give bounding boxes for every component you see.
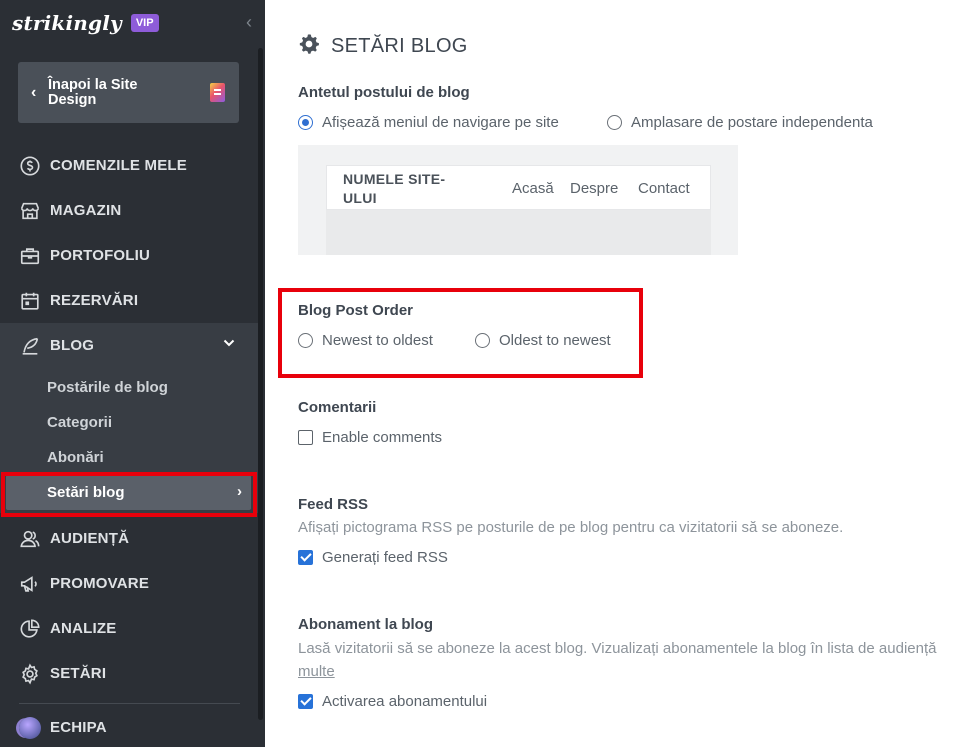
header-preview: NUMELE SITE-ULUI Acasă Despre Contact: [298, 145, 738, 255]
users-icon: [19, 528, 41, 550]
sidebar-item-label: AUDIENȚĂ: [50, 530, 130, 547]
chevron-left-icon: ‹: [31, 83, 37, 101]
briefcase-icon: [19, 245, 41, 267]
preview-navbar: NUMELE SITE-ULUI Acasă Despre Contact: [326, 165, 711, 210]
preview-nav-link: Despre: [570, 180, 619, 197]
back-to-site-design-button[interactable]: ‹ Înapoi la Site Design: [18, 62, 239, 123]
sidebar-item-store[interactable]: MAGAZIN: [0, 188, 258, 233]
preview-body: [326, 210, 711, 255]
subscribe-description: Lasă vizitatorii să se aboneze la acest …: [298, 640, 937, 657]
sidebar-item-label: MAGAZIN: [50, 202, 122, 219]
gear-icon: [298, 33, 320, 60]
site-design-icon: [210, 83, 225, 102]
logo-row: strikingly VIP: [12, 10, 159, 36]
sidebar-item-bookings[interactable]: REZERVĂRI: [0, 278, 258, 323]
checkbox-generate-rss[interactable]: Generați feed RSS: [298, 549, 448, 566]
checkbox[interactable]: [298, 430, 313, 445]
sidebar-subitem-subscriptions[interactable]: Abonări: [47, 449, 104, 466]
radio-label: Amplasare de postare independenta: [631, 114, 873, 131]
preview-nav-link: Contact: [638, 180, 690, 197]
calendar-icon: [19, 290, 41, 312]
radio-label: Afișează meniul de navigare pe site: [322, 114, 559, 131]
megaphone-icon: [19, 573, 41, 595]
sidebar-item-label: PROMOVARE: [50, 575, 150, 592]
strikingly-logo[interactable]: strikingly: [12, 11, 122, 35]
section-label-header: Antetul postului de blog: [298, 84, 470, 101]
sidebar-item-blog[interactable]: BLOG: [0, 323, 258, 368]
dollar-circle-icon: [19, 155, 41, 177]
sidebar-item-label: SETĂRI: [50, 665, 107, 682]
sidebar-item-orders[interactable]: COMENZILE MELE: [0, 143, 258, 188]
sidebar-item-team[interactable]: ECHIPA: [0, 705, 258, 747]
checkbox-label: Generați feed RSS: [322, 549, 448, 566]
sidebar-subitem-categories[interactable]: Categorii: [47, 414, 112, 431]
sidebar-item-label: PORTOFOLIU: [50, 247, 151, 264]
quill-icon: [19, 335, 41, 357]
page-header: SETĂRI BLOG: [298, 33, 468, 60]
chevron-left-icon[interactable]: ‹: [246, 12, 260, 32]
highlight-box: [278, 288, 643, 378]
chevron-down-icon: [222, 336, 236, 353]
sidebar-item-label: BLOG: [50, 337, 95, 354]
preview-nav-link: Acasă: [512, 180, 554, 197]
avatar: [19, 716, 41, 739]
section-label-comments: Comentarii: [298, 399, 377, 416]
section-label-subscribe: Abonament la blog: [298, 616, 433, 633]
radio-show-navigation[interactable]: Afișează meniul de navigare pe site: [298, 114, 559, 131]
sidebar-item-label: COMENZILE MELE: [50, 157, 187, 174]
section-label-rss: Feed RSS: [298, 496, 369, 513]
main-content: SETĂRI BLOG Antetul postului de blog Afi…: [265, 0, 970, 747]
sidebar-scrollbar[interactable]: [258, 48, 263, 720]
gear-icon: [19, 663, 41, 685]
checkbox-label: Enable comments: [322, 429, 443, 446]
radio-independent-post[interactable]: Amplasare de postare independenta: [607, 114, 873, 131]
sidebar-item-settings[interactable]: SETĂRI: [0, 651, 258, 696]
checkbox-enable-comments[interactable]: Enable comments: [298, 429, 442, 446]
pie-chart-icon: [19, 618, 41, 640]
highlight-box: [1, 472, 257, 517]
radio-button[interactable]: [607, 115, 622, 130]
sidebar-item-label: REZERVĂRI: [50, 292, 139, 309]
page-title: SETĂRI BLOG: [331, 35, 468, 57]
radio-button[interactable]: [298, 115, 313, 130]
checkbox-label: Activarea abonamentului: [322, 693, 488, 710]
sidebar-item-label: ANALIZE: [50, 620, 117, 637]
sidebar-item-promotion[interactable]: PROMOVARE: [0, 561, 258, 606]
store-icon: [19, 200, 41, 222]
subscribe-learn-more-link[interactable]: multe: [298, 663, 335, 680]
preview-site-name: NUMELE SITE-ULUI: [343, 171, 446, 206]
sidebar-item-analytics[interactable]: ANALIZE: [0, 606, 258, 651]
back-label: Înapoi la Site Design: [48, 76, 138, 108]
sidebar-item-label: ECHIPA: [50, 719, 107, 736]
vip-badge: VIP: [130, 14, 159, 32]
checkbox[interactable]: [298, 550, 313, 565]
sidebar-item-portfolio[interactable]: PORTOFOLIU: [0, 233, 258, 278]
rss-description: Afișați pictograma RSS pe posturile de p…: [298, 519, 844, 536]
sidebar-item-audience[interactable]: AUDIENȚĂ: [0, 516, 258, 561]
sidebar-divider: [19, 703, 240, 704]
sidebar: strikingly VIP ‹ ‹ Înapoi la Site Design…: [0, 0, 265, 747]
sidebar-subitem-posts[interactable]: Postările de blog: [47, 379, 168, 396]
checkbox-enable-subscription[interactable]: Activarea abonamentului: [298, 693, 487, 710]
checkbox[interactable]: [298, 694, 313, 709]
